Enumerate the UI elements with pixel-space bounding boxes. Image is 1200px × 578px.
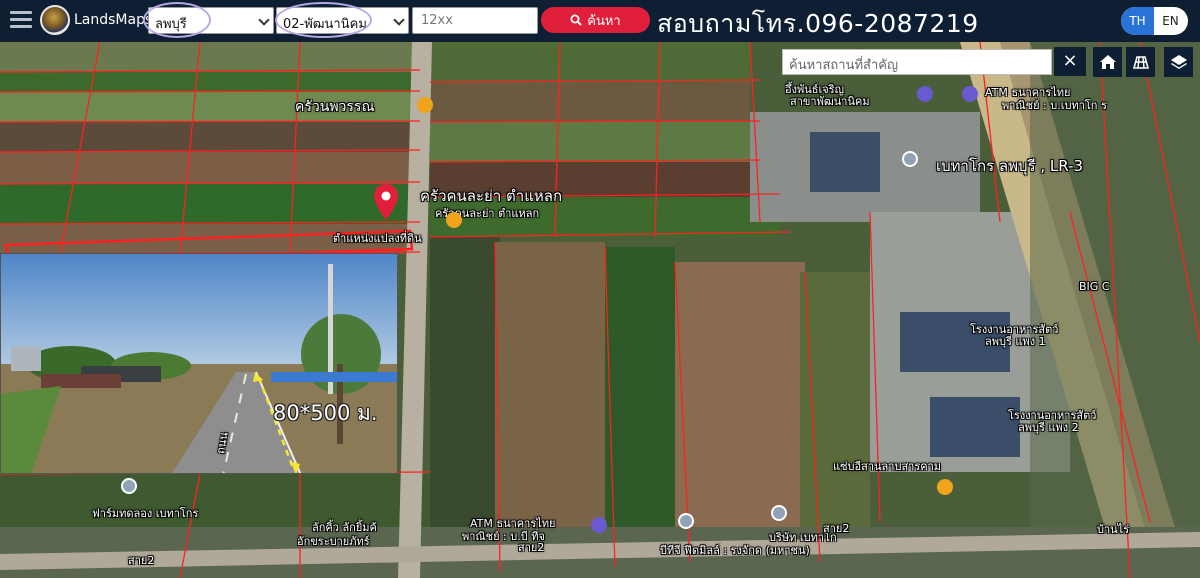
restaurant-icon[interactable] xyxy=(446,212,462,228)
map-label: ฟาร์มทดลอง เบทาโกร xyxy=(92,507,199,520)
satellite-map[interactable]: ครัวนพวรรณ อึ้งพันธ์เจริญ สาขาพัฒนานิคม … xyxy=(0,42,1200,578)
landsmaps-app: LandsMaps ลพบุรี 02-พัฒนานิคม 12xx ค้นหา… xyxy=(0,0,1200,578)
location-icon[interactable] xyxy=(771,505,787,521)
map-label: สาขาพัฒนานิคม xyxy=(790,95,870,108)
home-button[interactable] xyxy=(1093,47,1122,77)
grid-icon xyxy=(1132,56,1149,69)
location-pin-icon[interactable] xyxy=(373,183,399,221)
parcel-size-label: 80*500 ม. xyxy=(273,401,378,425)
grid-button[interactable] xyxy=(1126,47,1155,77)
map-label: ลพบุรี แพง 1 xyxy=(985,335,1046,348)
layers-icon xyxy=(1170,55,1187,69)
province-value: ลพบุรี xyxy=(155,17,187,32)
chevron-down-icon xyxy=(258,14,270,26)
brand-name: LandsMaps xyxy=(74,12,153,28)
plan-value: 02-พัฒนานิคม xyxy=(283,17,367,32)
search-button[interactable]: ค้นหา xyxy=(541,7,650,33)
top-bar: LandsMaps ลพบุรี 02-พัฒนานิคม 12xx ค้นหา… xyxy=(0,0,1200,42)
contact-phone: สอบถามโทร.096-2087219 xyxy=(657,9,979,38)
menu-icon[interactable] xyxy=(10,11,32,29)
map-label: เบทาโกร ลพบุรี , LR-3 xyxy=(936,157,1084,175)
map-label: สาย2 xyxy=(518,541,545,554)
map-label: บ้านไร่ xyxy=(1097,523,1130,536)
lang-th-button[interactable]: TH xyxy=(1121,7,1154,35)
map-label: ลพบุรี แพง 2 xyxy=(1018,421,1079,434)
home-icon xyxy=(1099,55,1116,69)
map-label: BIG C xyxy=(1079,280,1110,293)
search-button-label: ค้นหา xyxy=(587,13,621,29)
location-icon[interactable] xyxy=(902,151,918,167)
shop-icon[interactable] xyxy=(917,86,933,102)
site-photo: ถนน xyxy=(0,253,398,474)
map-label: สาย2 xyxy=(128,554,155,567)
lang-en-button[interactable]: EN xyxy=(1154,7,1187,35)
map-label: แซ่บอีสานลาบสารคาม xyxy=(833,460,942,473)
map-label: ตำแหน่งแปลงที่ดิน xyxy=(333,232,422,245)
location-icon[interactable] xyxy=(121,478,137,494)
location-icon[interactable] xyxy=(678,513,694,529)
map-label: สาย2 xyxy=(823,522,850,535)
parcel-code-input[interactable]: 12xx xyxy=(412,7,538,34)
search-icon xyxy=(570,14,582,26)
site-photo-image xyxy=(1,254,397,473)
bank-icon[interactable] xyxy=(962,86,978,102)
chevron-down-icon xyxy=(393,14,405,26)
road-marking-text: ถนน xyxy=(214,431,231,455)
plan-select[interactable]: 02-พัฒนานิคม xyxy=(276,7,409,34)
restaurant-icon[interactable] xyxy=(937,479,953,495)
map-label: อักขระบายภัทร์ xyxy=(297,535,370,548)
province-select[interactable]: ลพบุรี xyxy=(148,7,274,34)
close-icon[interactable]: × xyxy=(1054,47,1086,76)
logo-icon xyxy=(40,5,70,35)
place-search-input[interactable]: ค้นหาสถานที่สำคัญ xyxy=(782,49,1052,75)
map-label: พาณิชย์ : บ.เบทาโก ร xyxy=(1002,99,1107,112)
map-label: บีทีจี ฟีดมิลล์ : รงจักด (มหาชน) xyxy=(660,544,810,557)
bank-icon[interactable] xyxy=(591,517,607,533)
restaurant-icon[interactable] xyxy=(417,97,433,113)
layers-button[interactable] xyxy=(1164,47,1193,77)
map-label: ครัวนพวรรณ xyxy=(295,99,375,115)
language-toggle: TH EN xyxy=(1121,7,1188,35)
